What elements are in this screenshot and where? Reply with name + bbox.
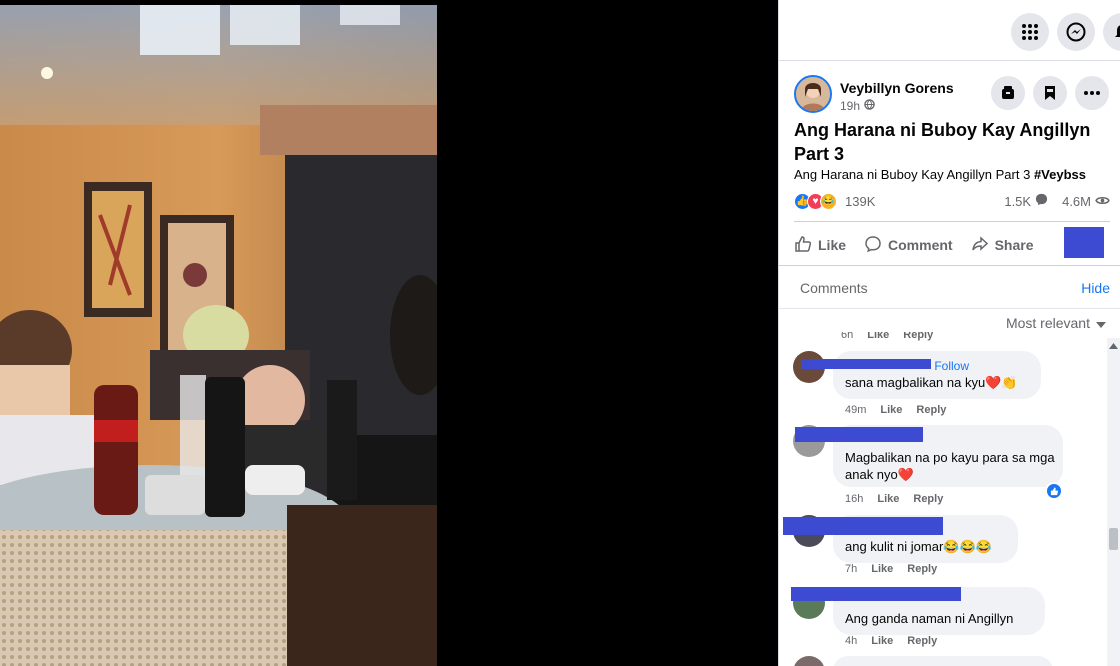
video-player[interactable] — [0, 0, 778, 666]
redaction-block — [1064, 227, 1104, 258]
comment-meta: 16h Like Reply — [845, 493, 943, 505]
comment-meta: 49m Like Reply — [845, 404, 946, 416]
save-icon[interactable] — [991, 76, 1025, 110]
divider — [794, 221, 1110, 222]
reactions-summary[interactable]: 👍 ♥ 😂 139K — [794, 193, 875, 210]
reply-button[interactable]: Reply — [903, 332, 933, 341]
sort-dropdown[interactable]: Most relevant — [1006, 315, 1106, 331]
comments-count: 1.5K — [1004, 193, 1032, 209]
like-comment-button[interactable]: Like — [867, 332, 889, 341]
scrollbar-thumb[interactable] — [1109, 528, 1118, 550]
globe-icon — [864, 99, 875, 113]
like-reaction-badge — [1045, 482, 1063, 500]
comment-text: ang kulit ni jomar😂😂😂 — [845, 539, 992, 554]
share-button[interactable]: Share — [971, 235, 1034, 256]
author-name[interactable]: Veybillyn Gorens — [840, 80, 954, 96]
thumbs-up-icon — [794, 235, 812, 256]
caret-down-icon — [1096, 315, 1106, 331]
divider — [779, 265, 1120, 266]
comment-meta: 7h Like Reply — [845, 563, 937, 575]
follow-link[interactable]: · Follow — [927, 359, 969, 373]
previous-comment-meta: 6h Like Reply — [841, 332, 933, 341]
reaction-icons: 👍 ♥ 😂 — [794, 193, 837, 210]
post-timestamp[interactable]: 19h — [840, 99, 875, 113]
like-comment-button[interactable]: Like — [871, 563, 893, 575]
haha-reaction-icon: 😂 — [820, 193, 837, 210]
eye-icon — [1095, 194, 1110, 209]
comments-heading: Comments — [800, 280, 868, 296]
reply-button[interactable]: Reply — [916, 404, 946, 416]
hide-comments-link[interactable]: Hide — [1081, 280, 1110, 296]
post-hashtag[interactable]: #Veybss — [1034, 167, 1086, 182]
post-stats: 1.5K 4.6M — [1004, 193, 1110, 209]
redacted-name-block — [801, 359, 931, 369]
redacted-name-block — [791, 587, 961, 601]
video-post-page: Veybillyn Gorens 19h Ang Harana ni Buboy… — [0, 0, 1120, 666]
comment-time: 16h — [845, 493, 864, 505]
notifications-bell-icon[interactable] — [1103, 13, 1120, 51]
like-button[interactable]: Like — [794, 235, 846, 256]
views-count: 4.6M — [1062, 193, 1091, 209]
post-description: Ang Harana ni Buboy Kay Angillyn Part 3 … — [794, 167, 1119, 182]
comment-time: 49m — [845, 404, 867, 416]
scroll-up-arrow-icon[interactable] — [1109, 342, 1118, 350]
reply-button[interactable]: Reply — [907, 635, 937, 647]
comments-stat[interactable]: 1.5K — [1004, 193, 1048, 209]
share-label: Share — [994, 237, 1034, 253]
post-time-text: 19h — [840, 99, 861, 113]
comment-icon — [864, 235, 882, 256]
like-comment-button[interactable]: Like — [877, 493, 899, 505]
post-description-text: Ang Harana ni Buboy Kay Angillyn Part 3 — [794, 167, 1031, 182]
comments-scrollbar[interactable] — [1107, 338, 1120, 666]
comment-meta: 4h Like Reply — [845, 635, 937, 647]
comment-bubble — [833, 656, 1053, 666]
comment-button[interactable]: Comment — [864, 235, 953, 256]
views-stat: 4.6M — [1062, 194, 1110, 209]
comment-text: sana magbalikan na kyu❤️👏 — [845, 375, 1018, 390]
like-label: Like — [818, 237, 847, 253]
post-details-panel: Veybillyn Gorens 19h Ang Harana ni Buboy… — [778, 0, 1120, 666]
comment-text: Magbalikan na po kayu para sa mga anak n… — [845, 450, 1055, 482]
redacted-name-block — [783, 517, 943, 535]
reply-button[interactable]: Reply — [913, 493, 943, 505]
video-frame — [0, 5, 437, 666]
divider — [779, 308, 1120, 309]
sort-label: Most relevant — [1005, 315, 1090, 331]
commenter-avatar[interactable] — [793, 656, 825, 666]
reply-button[interactable]: Reply — [907, 563, 937, 575]
header-divider — [779, 60, 1120, 61]
comment-text: Ang ganda naman ni Angillyn — [845, 611, 1014, 626]
comment-time: 4h — [845, 635, 858, 647]
redacted-name-block — [795, 427, 923, 442]
comment-label: Comment — [888, 237, 953, 253]
reactions-count: 139K — [845, 194, 876, 209]
comment-bubble-icon — [1035, 193, 1048, 209]
author-avatar[interactable] — [794, 75, 832, 113]
messenger-icon[interactable] — [1057, 13, 1095, 51]
bookmark-icon[interactable] — [1033, 76, 1067, 110]
like-comment-button[interactable]: Like — [871, 635, 893, 647]
share-icon — [971, 235, 989, 256]
comment-time: 7h — [845, 563, 858, 575]
more-icon[interactable] — [1075, 76, 1109, 110]
apps-grid-icon[interactable] — [1011, 13, 1049, 51]
comment-time: 6h — [841, 332, 854, 341]
post-title: Ang Harana ni Buboy Kay Angillyn Part 3 — [794, 120, 1091, 164]
like-comment-button[interactable]: Like — [880, 404, 902, 416]
